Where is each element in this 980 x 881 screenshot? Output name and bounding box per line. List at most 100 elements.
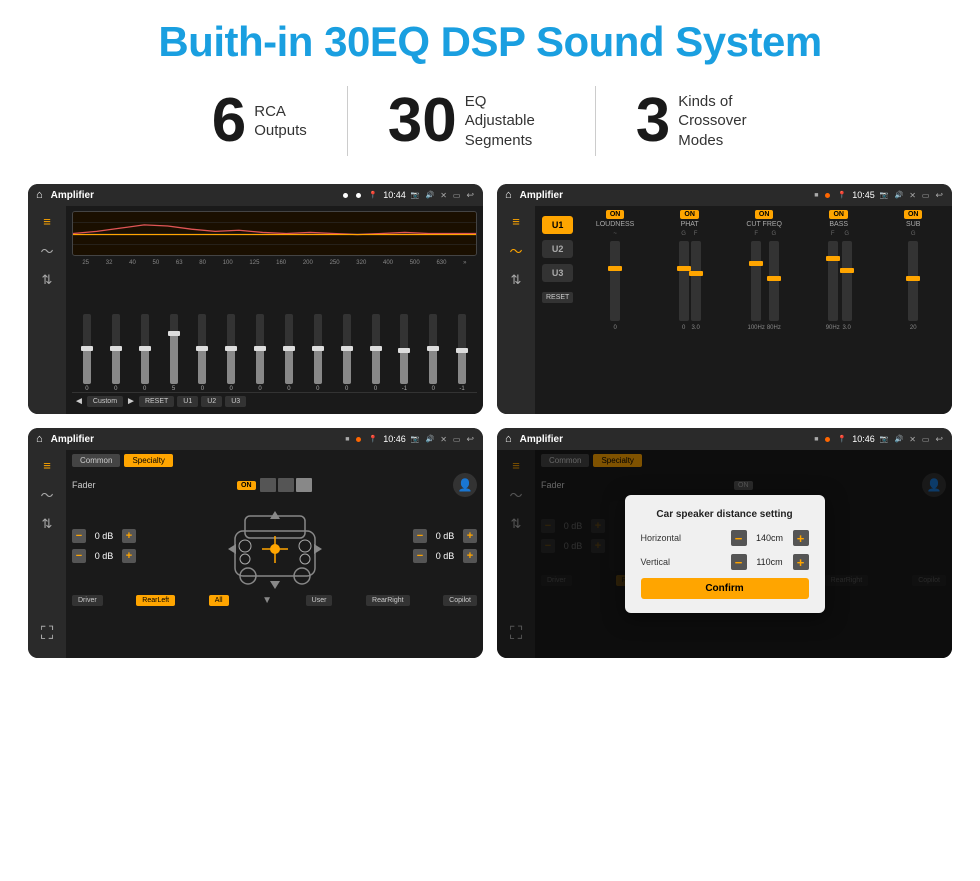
phat-on[interactable]: ON	[680, 210, 699, 219]
dialog-overlay: Car speaker distance setting Horizontal …	[497, 450, 952, 658]
fader-x: ✕	[440, 435, 447, 444]
common-tab[interactable]: Common	[72, 454, 120, 467]
dialog-home-icon[interactable]	[505, 433, 512, 445]
crossover-back: ↩	[935, 190, 943, 201]
left-minus-1[interactable]: −	[72, 529, 86, 543]
vertical-minus-btn[interactable]: −	[731, 554, 747, 570]
vertical-value: 110cm	[751, 557, 789, 567]
right-plus-2[interactable]: +	[463, 549, 477, 563]
freq-arrow: »	[463, 260, 466, 266]
fader-vol-icon[interactable]: ⇅	[42, 516, 53, 532]
right-db-row-2: − 0 dB +	[413, 549, 477, 563]
right-minus-2[interactable]: −	[413, 549, 427, 563]
eq-bottom-bar: ◄ Custom ► RESET U1 U2 U3	[72, 392, 477, 409]
sub-on[interactable]: ON	[904, 210, 923, 219]
eq-curve-display	[72, 211, 477, 256]
bass-f-slider[interactable]	[828, 241, 838, 321]
left-minus-2[interactable]: −	[72, 549, 86, 563]
sub-g-slider[interactable]	[908, 241, 918, 321]
fader-camera: 📷	[411, 435, 420, 443]
u2-select-btn[interactable]: U2	[542, 240, 573, 258]
crossover-wave-icon[interactable]: 〜	[509, 241, 522, 260]
home-icon[interactable]	[36, 189, 43, 201]
slider-13: 0	[420, 314, 446, 392]
fader-on-badge[interactable]: ON	[237, 481, 256, 490]
crossover-rect: ▭	[922, 191, 930, 200]
rearright-btn[interactable]: RearRight	[366, 595, 410, 606]
settings-person-icon[interactable]: 👤	[453, 473, 477, 497]
u1-btn[interactable]: U1	[177, 396, 198, 407]
dialog-camera: 📷	[880, 435, 889, 443]
reset-btn[interactable]: RESET	[139, 396, 174, 407]
vertical-label: Vertical	[641, 557, 671, 567]
slider-6: 0	[218, 314, 244, 392]
slider-11: 0	[363, 314, 389, 392]
left-db-row-1: − 0 dB +	[72, 529, 136, 543]
cutfreq-f-slider[interactable]	[751, 241, 761, 321]
loudness-on[interactable]: ON	[606, 210, 625, 219]
dialog-status-bar: Amplifier ■ 📍 10:46 📷 🔊 ✕ ▭ ↩	[497, 428, 952, 450]
fader-main-content: Common Specialty Fader ON 👤	[66, 450, 483, 658]
freq-200: 200	[303, 260, 313, 266]
left-plus-2[interactable]: +	[122, 549, 136, 563]
stat-rca-label: RCAOutputs	[254, 102, 307, 141]
horizontal-minus-btn[interactable]: −	[731, 530, 747, 546]
slider-2: 0	[103, 314, 129, 392]
horizontal-plus-btn[interactable]: +	[793, 530, 809, 546]
vol-adj-icon[interactable]: ⇅	[42, 272, 53, 288]
crossover-dot	[825, 193, 830, 198]
eq-graphic-icon[interactable]: ≡	[43, 214, 51, 229]
right-plus-1[interactable]: +	[463, 529, 477, 543]
right-minus-1[interactable]: −	[413, 529, 427, 543]
left-plus-1[interactable]: +	[122, 529, 136, 543]
freq-50: 50	[153, 260, 160, 266]
user-btn[interactable]: User	[306, 595, 333, 606]
rearleft-btn[interactable]: RearLeft	[136, 595, 175, 606]
fader-home-icon[interactable]	[36, 433, 43, 445]
bass-on[interactable]: ON	[829, 210, 848, 219]
dialog-mode-icon: ■	[814, 436, 818, 443]
vertical-plus-btn[interactable]: +	[793, 554, 809, 570]
left-db-val-1: 0 dB	[90, 531, 118, 541]
all-btn[interactable]: All	[209, 595, 229, 606]
crossover-home-icon[interactable]	[505, 189, 512, 201]
arrow-down[interactable]: ▼	[262, 595, 272, 606]
crossover-vol-icon[interactable]: ⇅	[511, 272, 522, 288]
next-arrow[interactable]: ►	[126, 396, 136, 407]
confirm-button[interactable]: Confirm	[641, 578, 809, 599]
bass-g-slider[interactable]	[842, 241, 852, 321]
u3-select-btn[interactable]: U3	[542, 264, 573, 282]
fader-wave-icon[interactable]: 〜	[40, 485, 53, 504]
u1-select-btn[interactable]: U1	[542, 216, 573, 234]
u3-btn[interactable]: U3	[225, 396, 246, 407]
crossover-left-sidebar: ≡ 〜 ⇅	[497, 206, 535, 414]
freq-32: 32	[106, 260, 113, 266]
cutfreq-g-slider[interactable]	[769, 241, 779, 321]
cutfreq-on[interactable]: ON	[755, 210, 774, 219]
bottom-zone-row: Driver RearLeft All ▼ User RearRight Cop…	[72, 595, 477, 606]
specialty-tab[interactable]: Specialty	[124, 454, 172, 467]
slider-14: -1	[449, 314, 475, 392]
crossover-app-name: Amplifier	[520, 190, 811, 201]
crossover-reset-btn[interactable]: RESET	[542, 292, 573, 303]
u2-btn[interactable]: U2	[201, 396, 222, 407]
wave-icon[interactable]: 〜	[40, 241, 53, 260]
freq-500: 500	[410, 260, 420, 266]
loudness-slider[interactable]	[610, 241, 620, 321]
fader-dot	[356, 437, 361, 442]
phat-g-slider[interactable]	[679, 241, 689, 321]
fader-expand-icon[interactable]: ⛶	[41, 623, 54, 650]
left-db-controls: − 0 dB + − 0 dB +	[72, 529, 136, 563]
prev-arrow[interactable]: ◄	[74, 396, 84, 407]
screen-fader: Amplifier ■ 📍 10:46 📷 🔊 ✕ ▭ ↩ ≡ 〜 ⇅ ⛶ Co…	[28, 428, 483, 658]
copilot-btn[interactable]: Copilot	[443, 595, 477, 606]
eq-left-sidebar: ≡ 〜 ⇅	[28, 206, 66, 414]
fader-vol: 🔊	[425, 435, 434, 443]
phat-f-slider[interactable]	[691, 241, 701, 321]
crossover-eq-icon[interactable]: ≡	[512, 214, 520, 229]
fader-eq-icon[interactable]: ≡	[43, 458, 51, 473]
custom-preset-btn[interactable]: Custom	[87, 396, 123, 407]
cutfreq-label: CUT FREQ	[746, 221, 782, 228]
driver-btn[interactable]: Driver	[72, 595, 103, 606]
u-buttons-col: U1 U2 U3 RESET	[539, 210, 576, 410]
